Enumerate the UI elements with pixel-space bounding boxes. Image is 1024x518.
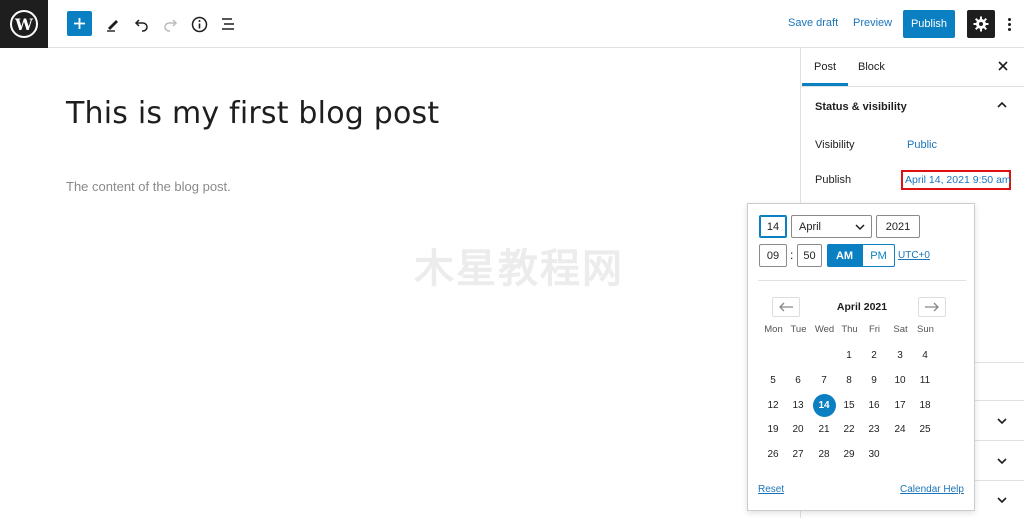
- undo-icon[interactable]: [128, 10, 156, 38]
- calendar-day[interactable]: 1: [837, 344, 862, 366]
- month-select-value: April: [799, 220, 822, 233]
- visibility-toggle[interactable]: Public: [907, 139, 937, 151]
- month-select[interactable]: April: [791, 215, 872, 238]
- weekday-header: Sun: [917, 324, 934, 335]
- calendar-day[interactable]: 6: [786, 369, 811, 391]
- calendar-day[interactable]: 29: [837, 443, 862, 465]
- calendar-day[interactable]: 3: [888, 344, 913, 366]
- calendar-day[interactable]: 5: [761, 369, 786, 391]
- calendar-day[interactable]: 8: [837, 369, 862, 391]
- calendar-day[interactable]: 18: [913, 394, 938, 416]
- hours-input[interactable]: 09: [759, 244, 787, 267]
- weekday-header: Fri: [868, 324, 881, 335]
- am-button[interactable]: AM: [827, 244, 862, 267]
- calendar-day[interactable]: 9: [862, 369, 887, 391]
- calendar-day[interactable]: 20: [786, 418, 811, 440]
- weekday-header: Sat: [893, 324, 908, 335]
- chevron-up-icon[interactable]: [995, 98, 1009, 112]
- calendar-day[interactable]: 24: [888, 418, 913, 440]
- redo-icon[interactable]: [156, 10, 184, 38]
- sidebar-tabs: Post Block: [801, 48, 1024, 87]
- tab-block[interactable]: Block: [858, 61, 885, 73]
- day-input[interactable]: 14: [759, 215, 787, 238]
- chevron-down-icon[interactable]: [995, 414, 1009, 428]
- publish-date-toggle[interactable]: April 14, 2021 9:50 am: [905, 174, 1011, 186]
- calendar-day[interactable]: 4: [913, 344, 938, 366]
- calendar-day[interactable]: 2: [862, 344, 887, 366]
- calendar-day[interactable]: 10: [888, 369, 913, 391]
- reset-link[interactable]: Reset: [758, 484, 784, 495]
- calendar-day-selected[interactable]: 14: [812, 393, 836, 417]
- publish-button[interactable]: Publish: [903, 10, 955, 38]
- calendar-day[interactable]: 22: [837, 418, 862, 440]
- calendar-day[interactable]: 17: [888, 394, 913, 416]
- calendar-day[interactable]: 30: [862, 443, 887, 465]
- close-sidebar-icon[interactable]: [995, 58, 1011, 74]
- weekday-header: Mon: [764, 324, 783, 335]
- year-input[interactable]: 2021: [876, 215, 920, 238]
- more-options-icon[interactable]: [1001, 13, 1017, 35]
- arrow-right-icon: [925, 302, 939, 312]
- tab-post[interactable]: Post: [801, 61, 849, 86]
- calendar-day[interactable]: 26: [761, 443, 786, 465]
- calendar-day[interactable]: 19: [761, 418, 786, 440]
- post-content-paragraph[interactable]: The content of the blog post.: [66, 179, 231, 194]
- pm-button[interactable]: PM: [862, 244, 895, 267]
- top-toolbar: W Save draft Preview Publish: [0, 0, 1024, 48]
- chevron-down-icon: [855, 223, 865, 230]
- add-block-button[interactable]: [67, 11, 92, 36]
- calendar-day[interactable]: 23: [862, 418, 887, 440]
- time-separator: :: [790, 248, 794, 262]
- publish-label: Publish: [815, 174, 852, 186]
- wordpress-logo-icon[interactable]: W: [0, 0, 48, 48]
- popover-divider: [758, 280, 966, 281]
- settings-gear-icon[interactable]: [967, 10, 995, 38]
- weekday-header: Wed: [814, 324, 835, 335]
- calendar-day[interactable]: 11: [913, 369, 938, 391]
- chevron-down-icon[interactable]: [995, 454, 1009, 468]
- calendar-day[interactable]: 15: [837, 394, 862, 416]
- watermark-text: 木星教程网: [414, 247, 624, 291]
- calendar-day[interactable]: 16: [862, 394, 887, 416]
- info-icon[interactable]: [185, 10, 213, 38]
- svg-text:W: W: [14, 15, 34, 34]
- preview-button[interactable]: Preview: [853, 17, 892, 29]
- post-title[interactable]: This is my first blog post: [66, 96, 439, 131]
- save-draft-button[interactable]: Save draft: [788, 17, 838, 29]
- calendar-day[interactable]: 13: [786, 394, 811, 416]
- weekday-header: Tue: [790, 324, 807, 335]
- calendar-day[interactable]: 7: [812, 369, 837, 391]
- visibility-label: Visibility: [815, 139, 855, 151]
- timezone-label[interactable]: UTC+0: [898, 250, 930, 261]
- date-picker-popover: 14 April 2021 09 : 50 AM PM UTC+0 April …: [747, 203, 975, 511]
- calendar-day[interactable]: 27: [786, 443, 811, 465]
- weekday-header: Thu: [841, 324, 858, 335]
- calendar-day[interactable]: 28: [812, 443, 837, 465]
- next-month-button[interactable]: [918, 297, 946, 317]
- calendar-help-link[interactable]: Calendar Help: [900, 484, 964, 495]
- tools-pencil-icon[interactable]: [99, 10, 127, 38]
- status-visibility-heading[interactable]: Status & visibility: [815, 101, 907, 113]
- chevron-down-icon[interactable]: [995, 493, 1009, 507]
- minutes-input[interactable]: 50: [797, 244, 822, 267]
- list-view-icon[interactable]: [214, 10, 242, 38]
- calendar-day[interactable]: 12: [761, 394, 786, 416]
- calendar-day[interactable]: 25: [913, 418, 938, 440]
- calendar-day[interactable]: 21: [812, 418, 837, 440]
